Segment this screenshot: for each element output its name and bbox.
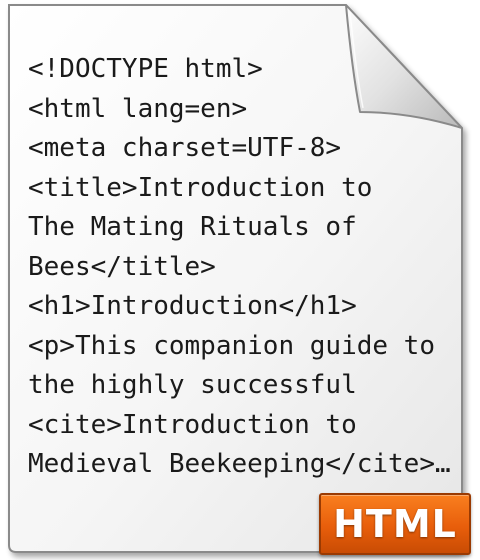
html-source-code: <!DOCTYPE html> <html lang=en> <meta cha… [28, 50, 451, 485]
code-line: Bees</title> [28, 251, 216, 282]
code-line: the highly successful [28, 370, 357, 400]
code-line: <p>This companion guide to [28, 330, 435, 361]
code-line: <title>Introduction to [28, 172, 373, 203]
code-line: <meta charset=UTF-8> [28, 133, 342, 163]
html-badge-label: HTML [333, 502, 457, 546]
code-line: <!DOCTYPE html> [28, 54, 263, 84]
code-line: <cite>Introduction to [28, 409, 357, 440]
code-line: <html lang=en> [28, 93, 248, 124]
code-line: <h1>Introduction</h1> [28, 291, 357, 321]
html-badge: HTML [319, 493, 471, 555]
code-line: The Mating Rituals of [28, 212, 357, 242]
code-line: Medieval Beekeeping</cite>… [28, 449, 451, 479]
